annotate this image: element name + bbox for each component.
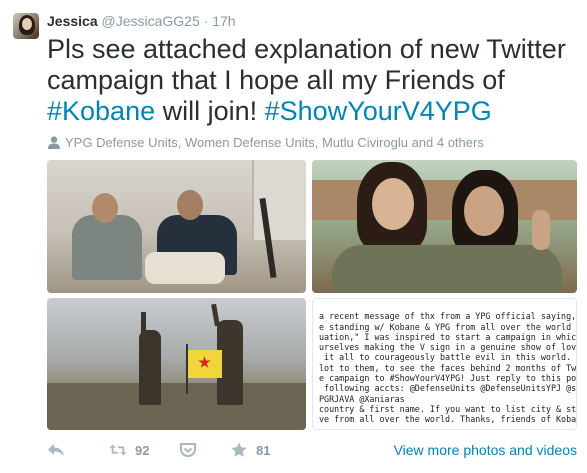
ypg-flag [188,350,222,378]
ground [47,383,306,430]
explanation-line: following accts: @DefenseUnits @DefenseU… [319,383,577,394]
photo-4-explanation[interactable]: a recent message of thx from a YPG offic… [312,298,577,430]
man-left-head [92,193,118,223]
fighter-left-arm [141,312,146,334]
separator-dot: · [203,13,209,29]
tagged-users[interactable]: YPG Defense Units, Women Defense Units, … [47,135,484,150]
photo-1[interactable] [47,160,306,293]
explanation-line: ve from all over the world. Thanks, frie… [319,414,577,425]
retweet-count: 92 [135,442,150,458]
explanation-text: a recent message of thx from a YPG offic… [319,301,577,425]
explanation-line: a recent message of thx from a YPG offic… [319,311,577,322]
tagged-users-text: YPG Defense Units, Women Defense Units, … [65,135,484,150]
v-sign-hand [532,210,550,250]
tweet-header: Jessica @JessicaGG25 · 17h [47,13,236,29]
favorite-button[interactable]: 81 [230,442,270,458]
retweet-button[interactable]: 92 [109,442,149,458]
explanation-line: uation," I was inspired to start a campa… [319,331,577,342]
photo-3[interactable] [47,298,306,430]
user-name[interactable]: Jessica [47,13,98,29]
pocket-icon [180,443,196,458]
hashtag-showyourv4ypg[interactable]: #ShowYourV4YPG [265,96,492,126]
blanket [145,252,225,284]
retweet-icon [109,444,127,456]
reply-button[interactable] [47,442,65,458]
user-icon [48,136,60,149]
pocket-button[interactable] [179,442,197,458]
favorite-count: 81 [256,442,271,458]
uniforms [332,245,562,293]
explanation-line: country & first name. If you want to lis… [319,403,577,414]
reply-icon [48,444,64,456]
avatar-face [22,18,32,30]
tweet-actions: 92 81 View more photos and videos [47,438,577,464]
man-left-body [72,215,142,280]
explanation-line: urselves making the V sign in a genuine … [319,342,577,353]
photo-2[interactable] [312,160,577,293]
flag-star [198,356,211,368]
fighter-left [139,330,161,405]
explanation-line: PGRJAVA @Xaniaras [319,393,405,404]
explanation-line: e standing w/ Kobane & YPG from all over… [319,321,577,332]
user-handle[interactable]: @JessicaGG25 [102,13,200,29]
hashtag-kobane[interactable]: #Kobane [47,96,155,126]
explanation-line: it all to courageously battle evil in th… [319,352,577,363]
fighter-right-arm [211,303,220,327]
timestamp[interactable]: 17h [212,13,235,29]
view-more-photos-link[interactable]: View more photos and videos [394,442,577,458]
photo-grid: a recent message of thx from a YPG offic… [47,160,577,430]
tweet-text-part2: will join! [155,96,265,126]
avatar[interactable] [13,13,39,39]
woman-right-face [464,186,504,236]
explanation-line: e campaign to #ShowYourV4YPG! Just reply… [319,373,577,384]
man-right-head [177,190,203,220]
tweet-text: Pls see attached explanation of new Twit… [47,34,577,127]
woman-left-face [372,178,414,230]
tweet-text-part1: Pls see attached explanation of new Twit… [47,34,566,95]
explanation-line: lot to them, to see the faces behind 2 m… [319,362,577,373]
star-icon [231,442,247,457]
